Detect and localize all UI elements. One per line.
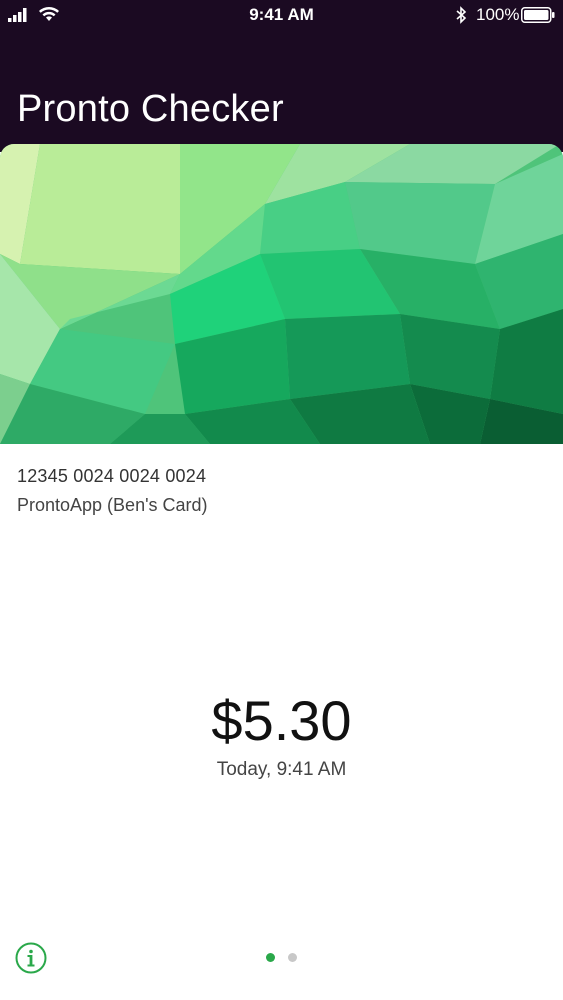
info-icon (15, 942, 47, 974)
info-button[interactable] (15, 942, 47, 974)
bluetooth-icon (456, 6, 467, 24)
battery-icon (521, 7, 555, 23)
page-title: Pronto Checker (17, 88, 284, 130)
app-header: 9:41 AM 100% Pronto Checker (0, 0, 563, 152)
balance-amount: $5.30 (211, 689, 352, 752)
page-dot-active[interactable] (266, 953, 275, 962)
balance-updated-time: Today, 9:41 AM (216, 759, 347, 780)
card-name: ProntoApp (Ben's Card) (17, 495, 208, 515)
card-pattern (0, 144, 563, 444)
card-image (0, 144, 563, 444)
battery-percent: 100% (476, 5, 520, 24)
card-number: 12345 0024 0024 0024 (17, 466, 207, 486)
status-bar: 9:41 AM 100% (0, 0, 563, 30)
page-dot-inactive[interactable] (288, 953, 297, 962)
page-indicator[interactable] (262, 953, 302, 963)
